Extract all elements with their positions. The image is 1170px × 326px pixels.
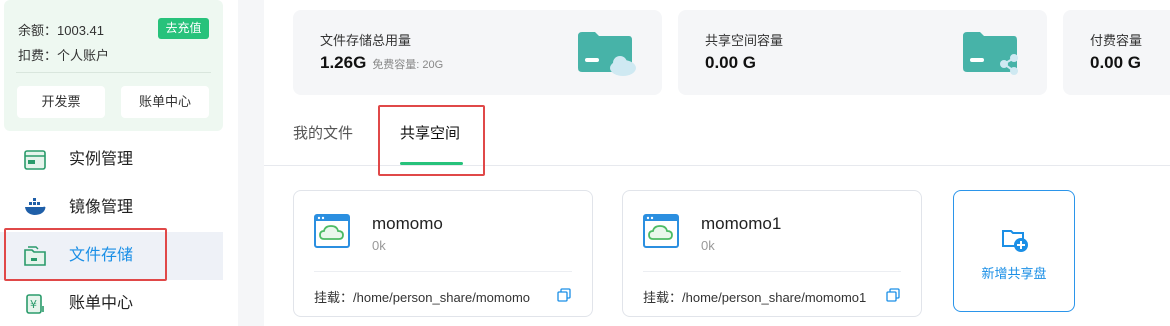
- nav-label: 实例管理: [69, 151, 134, 168]
- mount-path: 挂载：/home/person_share/momomo: [314, 290, 531, 305]
- stat-value: 0.00 G: [1090, 53, 1142, 72]
- stat-value: 0.00 G: [705, 53, 757, 72]
- nav-item-instances[interactable]: 实例管理: [0, 136, 223, 184]
- nav-item-images[interactable]: 镜像管理: [0, 184, 223, 232]
- add-share-disk-label: 新增共享盘: [981, 266, 1047, 281]
- account-divider: [16, 72, 211, 73]
- payer-label: 扣费：个人账户: [18, 48, 110, 63]
- share-disk-card[interactable]: momomo 0k 挂载：/home/person_share/momomo: [293, 190, 593, 317]
- nav-item-billing[interactable]: ¥ 账单中心: [0, 280, 223, 326]
- tab-highlight-box: [378, 105, 485, 176]
- billing-icon: ¥: [26, 294, 44, 314]
- stat-title: 付费容量: [1090, 33, 1143, 48]
- disk-size: 0k: [701, 238, 715, 253]
- nav-label: 镜像管理: [69, 199, 134, 216]
- stat-title: 共享空间容量: [705, 33, 784, 48]
- nav-highlight-box: [4, 228, 167, 281]
- folder-share-icon: [963, 32, 1018, 75]
- docker-whale-icon: [25, 198, 46, 215]
- folder-add-icon: [1002, 230, 1028, 252]
- stat-value: 1.26G 免费容量: 20G: [320, 53, 444, 72]
- instance-icon: [24, 150, 46, 170]
- stat-card-total-usage: 文件存储总用量 1.26G 免费容量: 20G: [293, 10, 662, 95]
- card-divider: [314, 271, 572, 272]
- stat-title: 文件存储总用量: [320, 33, 412, 48]
- recharge-button[interactable]: 去充值: [158, 18, 209, 39]
- nav-label: 账单中心: [69, 295, 134, 312]
- invoice-button[interactable]: 开发票: [17, 86, 105, 118]
- account-card: 余额：1003.41 去充值 扣费：个人账户 开发票 账单中心: [4, 0, 223, 131]
- copy-icon[interactable]: [557, 288, 571, 302]
- billing-center-button[interactable]: 账单中心: [121, 86, 209, 118]
- cloud-disk-icon: [314, 214, 350, 248]
- mount-path: 挂载：/home/person_share/momomo1: [643, 290, 867, 305]
- add-share-disk-button[interactable]: 新增共享盘: [953, 190, 1075, 312]
- storage-tabs: 我的文件 共享空间: [264, 100, 1170, 176]
- card-divider: [643, 271, 901, 272]
- balance-label: 余额：1003.41: [18, 23, 104, 38]
- share-disk-card[interactable]: momomo1 0k 挂载：/home/person_share/momomo1: [622, 190, 922, 317]
- stat-sub: 免费容量: 20G: [372, 59, 444, 71]
- disk-size: 0k: [372, 238, 386, 253]
- copy-icon[interactable]: [886, 288, 900, 302]
- tab-my-files[interactable]: 我的文件: [293, 122, 353, 143]
- sidebar: 余额：1003.41 去充值 扣费：个人账户 开发票 账单中心 实例管理 镜像管…: [0, 0, 238, 326]
- folder-cloud-icon: [578, 32, 636, 76]
- disk-name: momomo1: [701, 214, 782, 233]
- disk-name: momomo: [372, 214, 443, 233]
- svg-text:¥: ¥: [30, 298, 37, 311]
- main-content: 文件存储总用量 1.26G 免费容量: 20G 共享空间容量 0.00 G 付费容…: [264, 0, 1170, 326]
- stat-card-share-capacity: 共享空间容量 0.00 G: [678, 10, 1047, 95]
- stat-card-paid-capacity: 付费容量 0.00 G: [1063, 10, 1170, 95]
- cloud-disk-icon: [643, 214, 679, 248]
